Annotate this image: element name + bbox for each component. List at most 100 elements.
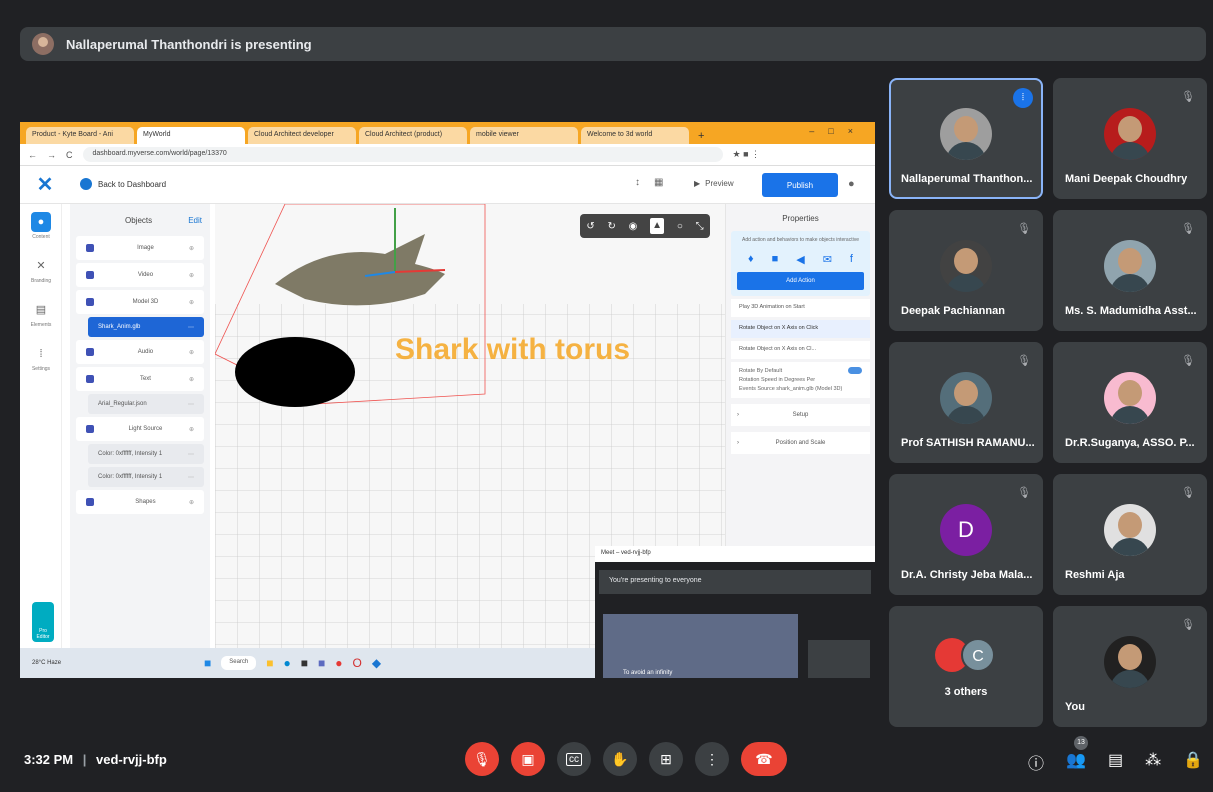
cube-icon: ■ (771, 253, 779, 265)
add-action-button: Add Action (737, 272, 864, 290)
present-icon: ⊞ (660, 750, 672, 767)
elements-icon: ▤ (35, 304, 47, 316)
object-type-icon (86, 271, 94, 279)
nav-settings: ⁞ Settings (20, 336, 62, 380)
windows-start-icon: ■ (204, 656, 212, 670)
avatar (940, 240, 992, 292)
host-controls-icon[interactable]: 🔒 (1183, 750, 1203, 774)
raise-hand-button[interactable]: ✋ (603, 742, 637, 776)
camera-off-icon: ▣ (521, 750, 535, 767)
chat-icon[interactable]: ▤ (1108, 750, 1123, 774)
participant-tile[interactable]: Reshmi Aja 🎙 (1053, 474, 1207, 595)
participant-tile[interactable]: Deepak Pachiannan 🎙 (889, 210, 1043, 331)
objects-edit-link: Edit (188, 216, 202, 225)
participant-tile[interactable]: D Dr.A. Christy Jeba Mala... 🎙 (889, 474, 1043, 595)
participant-name: Nallaperumal Thanthon... (901, 173, 1033, 185)
participant-name: Dr.A. Christy Jeba Mala... (901, 569, 1033, 581)
browser-tab-strip: Product - Kyte Board - Ani MyWorld Cloud… (20, 122, 875, 144)
viewport-3d-text: Shark with torus (395, 333, 630, 366)
meeting-info: 3:32 PM | ved-rvjj-bfp (24, 752, 167, 767)
hand-icon: ✋ (611, 750, 629, 767)
presentation-thumbnail: To avoid an infinity (603, 614, 798, 678)
object-label: Video (137, 272, 154, 278)
thumb-caption: To avoid an infinity (623, 670, 673, 676)
meet-mini-header: Meet – ved-rvjj-bfp (595, 546, 875, 562)
avatar-body (946, 274, 986, 292)
pro-editor-button: Pro Editor (32, 602, 54, 642)
leave-call-button[interactable]: ☎ (741, 742, 787, 776)
more-options-button[interactable]: ⋮ (695, 742, 729, 776)
mini-participant-tile (808, 640, 870, 678)
others-avatars: C (931, 636, 1001, 676)
object-label: Shark_Anim.glb (98, 324, 141, 330)
participant-name: Dr.R.Suganya, ASSO. P... (1065, 437, 1195, 449)
participant-name: 3 others (944, 686, 988, 698)
object-menu-icon: ⋯ (188, 474, 194, 481)
edge-icon: ● (283, 656, 291, 670)
muted-mic-icon: 🎙 (1181, 223, 1195, 235)
participant-tile[interactable]: You 🎙 (1053, 606, 1207, 727)
setting-line: Rotate By Default (739, 367, 862, 376)
browser-tab: Product - Kyte Board - Ani (26, 127, 134, 144)
toolbar-icons: ↕ ▦ (635, 177, 663, 188)
object-item: Audio ⊕ (76, 340, 204, 364)
muted-mic-icon: 🎙 (1181, 91, 1195, 103)
object-menu-icon: ⋯ (188, 324, 194, 331)
participant-tile[interactable]: Dr.R.Suganya, ASSO. P... 🎙 (1053, 342, 1207, 463)
back-label: Back to Dashboard (98, 179, 167, 189)
info-icon[interactable]: ⓘ (1028, 750, 1044, 774)
app-logo-icon: ✕ (36, 174, 54, 196)
side-controls: ⓘ 👥 ▤ ⁂ 🔒 (1028, 750, 1203, 774)
torus-shape (235, 337, 355, 407)
object-item: Shark_Anim.glb ⋯ (88, 317, 204, 337)
object-type-icon (86, 425, 94, 433)
back-icon (80, 178, 92, 190)
rotate-default-toggle (848, 367, 862, 374)
explorer-icon: ■ (266, 656, 274, 670)
participant-count-badge: 13 (1074, 736, 1088, 750)
branding-icon: ✕ (36, 260, 46, 272)
object-menu-icon: ⊕ (188, 376, 194, 383)
app-toolbar: ✕ Back to Dashboard ↕ ▦ ▶ Preview Publish… (20, 166, 875, 204)
participant-tile[interactable]: Prof SATHISH RAMANU... 🎙 (889, 342, 1043, 463)
nav-label: Content (32, 234, 50, 240)
object-label: Arial_Regular.json (98, 401, 147, 407)
settings-icon: ⁞ (39, 348, 43, 360)
facebook-icon: f (849, 253, 853, 265)
object-menu-icon: ⊕ (188, 499, 194, 506)
camera-icon: ◉ (628, 220, 638, 232)
present-button[interactable]: ⊞ (649, 742, 683, 776)
captions-button[interactable]: cc (557, 742, 591, 776)
browser-tab: mobile viewer (470, 127, 578, 144)
object-type-icon (86, 298, 94, 306)
action-row-label: Play 3D Animation on Start (739, 304, 805, 310)
participant-name: Reshmi Aja (1065, 569, 1125, 581)
nav-elements: ▤ Elements (20, 292, 62, 336)
redo-icon: ↻ (607, 220, 616, 232)
account-icon: ● (848, 178, 855, 190)
object-menu-icon: ⋯ (188, 401, 194, 408)
nav-label: Settings (31, 366, 51, 372)
avatar-head (1118, 248, 1142, 274)
participant-tile[interactable]: Ms. S. Madumidha Asst... 🎙 (1053, 210, 1207, 331)
undo-icon: ↺ (586, 220, 595, 232)
action-row-label: Rotate Object on X Axis on Cl... (739, 346, 817, 352)
chevron-icon: › (737, 440, 739, 447)
object-item: Light Source ⊕ (76, 417, 204, 441)
avatar-head (954, 380, 978, 406)
mic-off-button[interactable]: 🎙 (465, 742, 499, 776)
participant-tile[interactable]: C 3 others (889, 606, 1043, 727)
activities-icon[interactable]: ⁂ (1145, 750, 1161, 774)
properties-hint: Add action and behaviors to make objects… (741, 237, 859, 243)
participant-tile[interactable]: Nallaperumal Thanthon... ⦙ (889, 78, 1043, 199)
camera-off-button[interactable]: ▣ (511, 742, 545, 776)
shared-screen[interactable]: Product - Kyte Board - Ani MyWorld Cloud… (20, 122, 875, 678)
people-icon[interactable]: 👥 (1066, 750, 1086, 774)
participant-tile[interactable]: Mani Deepak Choudhry 🎙 (1053, 78, 1207, 199)
object-label: Shapes (135, 499, 156, 505)
mail-icon: ✉ (822, 254, 832, 266)
avatar-body (1110, 142, 1150, 160)
object-item: Model 3D ⊕ (76, 290, 204, 314)
avatar-body (946, 406, 986, 424)
browser-tab: Welcome to 3d world (581, 127, 689, 144)
